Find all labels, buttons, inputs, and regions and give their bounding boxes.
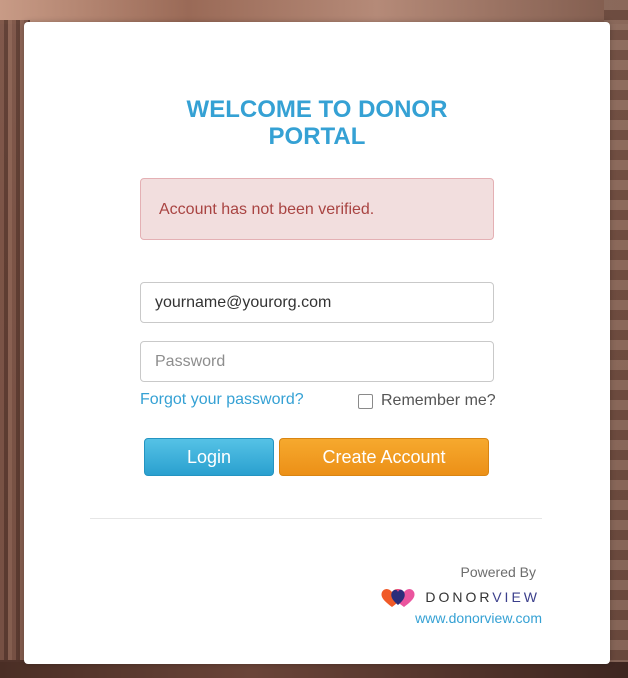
powered-by-label: Powered By <box>460 564 536 580</box>
email-input[interactable] <box>140 282 494 323</box>
error-alert: Account has not been verified. <box>140 178 494 240</box>
background-top <box>0 0 628 24</box>
alert-message: Account has not been verified. <box>159 201 375 218</box>
brand-name: DONORVIEW <box>425 589 540 605</box>
password-input[interactable] <box>140 341 494 382</box>
create-account-button[interactable]: Create Account <box>279 438 489 476</box>
page-title: WELCOME TO DONOR PORTAL <box>186 96 448 150</box>
remember-me[interactable]: Remember me? <box>358 392 496 410</box>
donorview-logo: DONORVIEW <box>379 584 540 610</box>
remember-me-label: Remember me? <box>381 392 496 409</box>
login-button[interactable]: Login <box>144 438 274 476</box>
remember-me-checkbox[interactable] <box>358 393 373 409</box>
website-link[interactable]: www.donorview.com <box>415 610 542 626</box>
brand-name-view: VIEW <box>492 589 540 605</box>
divider <box>90 518 542 519</box>
background-bottom <box>0 662 628 678</box>
brand-name-donor: DONOR <box>425 589 493 605</box>
forgot-password-link[interactable]: Forgot your password? <box>140 391 304 409</box>
login-card: WELCOME TO DONOR PORTAL Account has not … <box>24 22 610 664</box>
donorview-heart-logo-icon <box>381 589 415 607</box>
